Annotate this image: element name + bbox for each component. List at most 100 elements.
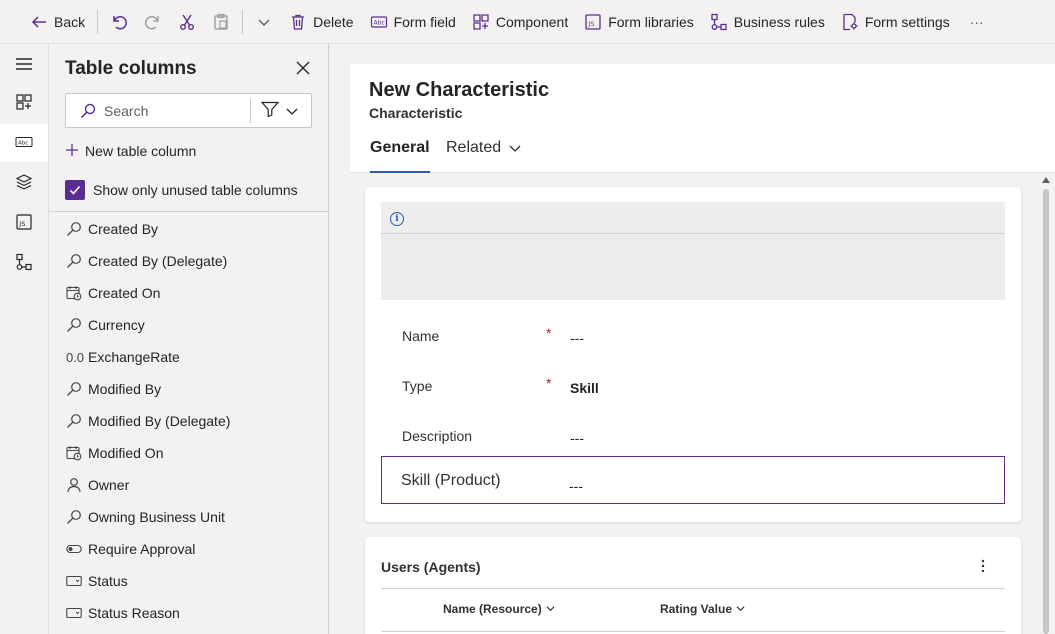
more-commands-button[interactable]: ···	[962, 6, 992, 38]
clipboard-icon	[212, 13, 230, 31]
field-type[interactable]: Type * Skill	[381, 363, 1005, 411]
unused-columns-checkbox[interactable]: Show only unused table columns	[65, 180, 298, 200]
lookup-icon	[65, 412, 83, 430]
more-undo-dropdown[interactable]	[247, 6, 281, 38]
scroll-up-arrow[interactable]	[1042, 177, 1050, 183]
close-icon	[296, 61, 310, 78]
table-column-item[interactable]: Created By	[65, 213, 320, 245]
redo-icon	[144, 13, 162, 31]
delete-label: Delete	[313, 13, 354, 30]
panel-divider	[49, 211, 328, 212]
column-header-label: Name (Resource)	[443, 602, 542, 616]
hamburger-menu-button[interactable]	[0, 46, 48, 84]
filter-button[interactable]	[260, 101, 298, 120]
tree-view-icon	[15, 173, 33, 194]
form-settings-label: Form settings	[864, 13, 950, 30]
delete-button[interactable]: Delete	[281, 6, 361, 38]
paste-button[interactable]	[204, 6, 238, 38]
search-input[interactable]	[104, 102, 244, 119]
notification-area: i	[381, 202, 1005, 300]
more-vertical-icon	[981, 559, 985, 576]
table-column-label: Owning Business Unit	[88, 509, 225, 525]
table-columns-rail-button[interactable]: Abc	[0, 124, 48, 162]
tab-general[interactable]: General	[370, 139, 430, 173]
subgrid-header-divider	[381, 631, 1005, 632]
table-column-item[interactable]: Created On	[65, 277, 320, 309]
tree-view-rail-button[interactable]	[0, 164, 48, 202]
form-settings-button[interactable]: Form settings	[833, 6, 958, 38]
business-rules-icon	[15, 253, 33, 274]
business-rules-rail-button[interactable]	[0, 244, 48, 282]
field-skill-product[interactable]: Skill (Product) ---	[381, 456, 1005, 504]
undo-button[interactable]	[102, 6, 136, 38]
table-column-item[interactable]: Modified On	[65, 437, 320, 469]
toggle-icon	[65, 540, 83, 558]
hamburger-icon	[15, 55, 33, 76]
form-canvas: New Characteristic Characteristic Genera…	[329, 44, 1055, 634]
form-field-button[interactable]: Abc Form field	[362, 6, 464, 38]
javascript-file-icon: JS	[584, 13, 602, 31]
more-label: ···	[969, 13, 984, 30]
back-button[interactable]: Back	[22, 6, 93, 38]
field-name[interactable]: Name * ---	[381, 313, 1005, 361]
table-column-item[interactable]: Owner	[65, 469, 320, 501]
notification-divider	[381, 233, 1005, 234]
table-column-item[interactable]: Created By (Delegate)	[65, 245, 320, 277]
option-set-icon	[65, 572, 83, 590]
required-indicator: *	[546, 325, 552, 341]
table-column-label: Modified By (Delegate)	[88, 413, 231, 429]
new-table-column-button[interactable]: New table column	[65, 142, 196, 160]
table-column-item[interactable]: Owning Business Unit	[65, 501, 320, 533]
table-column-item[interactable]: Currency	[65, 309, 320, 341]
form-libraries-button[interactable]: JS Form libraries	[576, 6, 702, 38]
cut-button[interactable]	[170, 6, 204, 38]
left-navigation-rail: Abc JS	[0, 44, 49, 634]
table-column-label: Modified On	[88, 445, 164, 461]
field-description[interactable]: Description ---	[381, 413, 1005, 461]
unused-columns-label: Show only unused table columns	[93, 182, 298, 198]
back-label: Back	[54, 13, 86, 30]
form-field-label: Form field	[393, 13, 456, 30]
scrollbar-thumb[interactable]	[1043, 189, 1049, 634]
table-column-item[interactable]: Modified By (Delegate)	[65, 405, 320, 437]
table-column-item[interactable]: Status Reason	[65, 597, 320, 629]
table-column-item[interactable]: Require Approval	[65, 533, 320, 565]
column-header-name-resource[interactable]: Name (Resource)	[443, 602, 555, 616]
chevron-down-icon	[255, 13, 273, 31]
calendar-icon	[65, 284, 83, 302]
command-bar: Back Delete Abc Form field Component JS …	[0, 0, 1055, 44]
column-header-rating-value[interactable]: Rating Value	[660, 602, 745, 616]
table-column-item[interactable]: Modified By	[65, 373, 320, 405]
scissors-icon	[178, 13, 196, 31]
form-settings-icon	[841, 13, 859, 31]
users-subgrid-section: Users (Agents) Name (Resource) Rating Va…	[365, 537, 1021, 634]
redo-button[interactable]	[136, 6, 170, 38]
form-libraries-label: Form libraries	[608, 13, 694, 30]
table-column-item[interactable]: 0.0 ExchangeRate	[65, 341, 320, 373]
subgrid-title: Users (Agents)	[381, 559, 481, 575]
table-column-label: Owner	[88, 477, 130, 493]
business-rules-label: Business rules	[733, 13, 825, 30]
components-rail-button[interactable]	[0, 84, 48, 122]
component-button[interactable]: Component	[464, 6, 576, 38]
components-icon	[15, 93, 33, 114]
tab-general-label: General	[370, 139, 430, 156]
lookup-icon	[65, 316, 83, 334]
calendar-icon	[65, 444, 83, 462]
table-column-item[interactable]: Status	[65, 565, 320, 597]
tab-related[interactable]: Related	[446, 139, 521, 173]
lookup-icon	[65, 252, 83, 270]
chevron-down-icon	[736, 602, 745, 616]
form-libraries-rail-button[interactable]: JS	[0, 204, 48, 242]
business-rules-button[interactable]: Business rules	[702, 6, 833, 38]
table-column-label: Created By (Delegate)	[88, 253, 228, 269]
panel-title: Table columns	[65, 58, 197, 79]
close-panel-button[interactable]	[292, 58, 314, 80]
back-arrow-icon	[30, 13, 48, 31]
scrollbar[interactable]	[1040, 189, 1052, 634]
subgrid-more-button[interactable]	[975, 557, 991, 577]
toolbar-separator	[97, 9, 99, 34]
lookup-icon	[65, 508, 83, 526]
lookup-icon	[65, 380, 83, 398]
form-field-icon: Abc	[370, 13, 388, 31]
